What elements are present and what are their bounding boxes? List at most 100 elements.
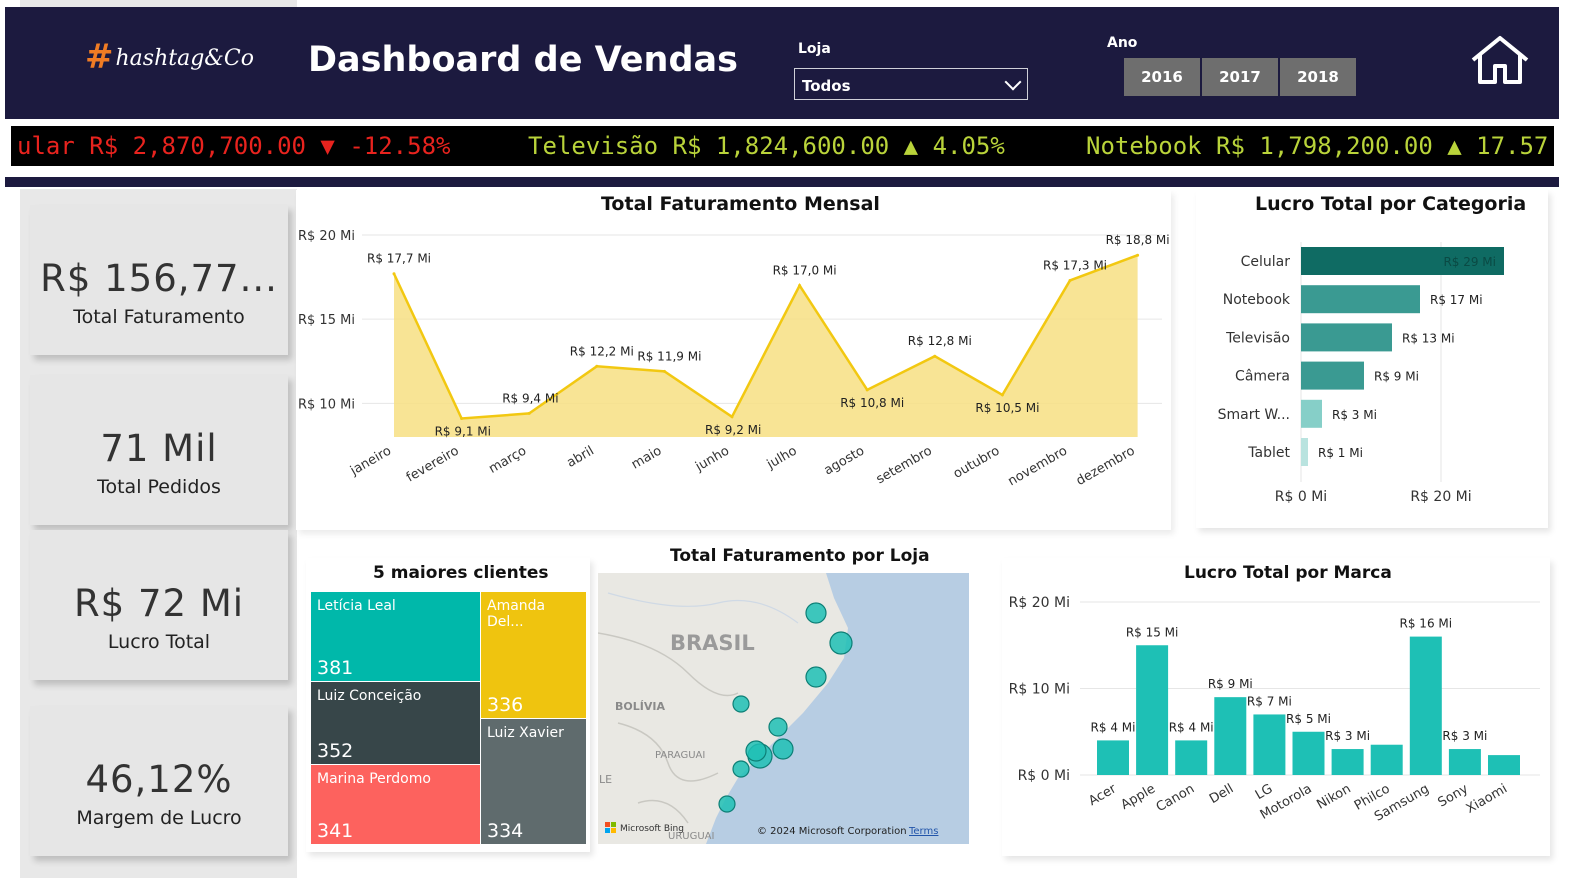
brand-profit-title: Lucro Total por Marca <box>1184 563 1392 583</box>
data-label: R$ 3 Mi <box>1325 729 1370 743</box>
data-label: R$ 17 Mi <box>1430 293 1483 307</box>
x-tick-label: março <box>486 443 529 476</box>
bar <box>1448 749 1481 775</box>
data-label: R$ 29 Mi <box>1443 255 1496 269</box>
bar <box>1292 731 1325 775</box>
y-tick-label: Notebook <box>1223 292 1291 308</box>
brand-profit-chart: R$ 20 Mi R$ 10 Mi R$ 0 Mi R$ 4 Mi Acer R$ 15 … <box>1009 595 1540 825</box>
x-tick-label: R$ 20 Mi <box>1410 489 1471 505</box>
kpi-value: 46,12% <box>85 758 233 801</box>
data-point <box>595 364 599 368</box>
treemap-tile[interactable]: Amanda Del... 336 <box>481 592 586 718</box>
kpi-label: Lucro Total <box>107 631 211 653</box>
page-title: Dashboard de Vendas <box>308 40 738 80</box>
y-tick-label: Tablet <box>1247 445 1290 461</box>
data-label: R$ 9,2 Mi <box>705 423 761 437</box>
monthly-revenue-chart: R$ 20 Mi R$ 15 Mi R$ 10 Mi R$ 17,7 Mi R$ 9,1… <box>298 229 1170 489</box>
kpi-label: Margem de Lucro <box>76 807 242 829</box>
x-tick-label: outubro <box>951 443 1003 481</box>
header-divider <box>5 177 1559 187</box>
treemap-tile-value: 352 <box>317 740 354 762</box>
data-label: R$ 17,0 Mi <box>773 264 837 278</box>
y-tick-label: Câmera <box>1235 369 1290 385</box>
x-tick-label: dezembro <box>1074 443 1138 489</box>
store-map-title: Total Faturamento por Loja <box>670 546 930 566</box>
year-button-2018[interactable]: 2018 <box>1280 58 1356 96</box>
data-label: R$ 9,1 Mi <box>435 424 491 438</box>
treemap-tile[interactable]: Luiz Conceição 352 <box>311 682 480 764</box>
category-profit-chart: R$ 0 Mi R$ 20 Mi Celular R$ 29 Mi Notebook R$… <box>1218 242 1504 505</box>
data-label: R$ 4 Mi <box>1091 720 1136 734</box>
bar <box>1409 636 1442 775</box>
year-button-2017[interactable]: 2017 <box>1202 58 1278 96</box>
treemap-tile-name: Luiz Xavier <box>487 725 564 741</box>
bar <box>1214 697 1247 775</box>
data-label: R$ 3 Mi <box>1442 729 1487 743</box>
x-tick-label: Acer <box>1086 781 1119 809</box>
data-point <box>865 388 869 392</box>
bar <box>1301 399 1322 428</box>
y-tick-label: R$ 10 Mi <box>298 397 355 412</box>
x-tick-label: abril <box>564 443 596 470</box>
x-tick-label: setembro <box>874 443 935 487</box>
data-label: R$ 9,4 Mi <box>502 391 558 405</box>
treemap-tile-value: 334 <box>487 820 524 842</box>
loja-dropdown[interactable]: Todos <box>794 68 1028 100</box>
ticker-item: Notebook R$ 1,798,200.00 ▲ 17.57 <box>1086 132 1549 160</box>
y-tick-label: Celular <box>1241 254 1291 270</box>
home-icon[interactable] <box>1470 34 1530 86</box>
y-tick-label: R$ 20 Mi <box>1009 595 1070 611</box>
x-tick-label: maio <box>629 443 664 472</box>
logo-text: hashtag&Co <box>115 46 254 71</box>
data-label: R$ 4 Mi <box>1169 720 1214 734</box>
logo: #hashtag&Co <box>85 37 254 77</box>
x-tick-label: fevereiro <box>404 443 462 485</box>
store-revenue-map[interactable]: BRASIL BOLÍVIA PARAGUAI URUGUAI LE Micro… <box>598 573 969 844</box>
logo-hash: # <box>85 37 114 77</box>
x-tick-label: Apple <box>1119 781 1159 812</box>
bar <box>1301 438 1308 466</box>
bar <box>1301 323 1392 352</box>
data-label: R$ 12,8 Mi <box>908 334 972 348</box>
data-point <box>933 354 937 358</box>
bar <box>1175 740 1208 775</box>
treemap-tile[interactable]: Letícia Leal 381 <box>311 592 480 681</box>
data-label: R$ 18,8 Mi <box>1106 233 1170 247</box>
y-tick-label: R$ 0 Mi <box>1018 768 1070 784</box>
treemap-tile[interactable]: Marina Perdomo 341 <box>311 765 480 844</box>
store-bubble <box>768 717 788 737</box>
loja-label: Loja <box>798 41 831 57</box>
data-label: R$ 17,3 Mi <box>1043 258 1107 272</box>
y-tick-label: R$ 15 Mi <box>298 313 355 328</box>
data-label: R$ 13 Mi <box>1402 331 1455 345</box>
treemap-tile-value: 336 <box>487 694 524 716</box>
year-button-2016[interactable]: 2016 <box>1124 58 1200 96</box>
bar <box>1097 740 1129 775</box>
x-tick-label: R$ 0 Mi <box>1275 489 1327 505</box>
data-label: R$ 10,8 Mi <box>840 396 904 410</box>
data-label: R$ 9 Mi <box>1374 370 1419 384</box>
data-point <box>1068 278 1072 282</box>
bar <box>1253 714 1286 775</box>
y-tick-label: Televisão <box>1225 330 1290 346</box>
treemap-tile-value: 341 <box>317 820 354 842</box>
chevron-down-icon <box>1004 73 1022 91</box>
data-point <box>662 369 666 373</box>
kpi-value: 71 Mil <box>100 427 218 470</box>
data-label: R$ 17,7 Mi <box>367 252 431 266</box>
x-tick-label: agosto <box>822 443 868 478</box>
map-copyright: © 2024 Microsoft Corporation <box>757 826 907 837</box>
data-label: R$ 5 Mi <box>1286 712 1331 726</box>
store-bubble <box>745 740 767 762</box>
bar <box>1301 361 1364 390</box>
x-tick-label: novembro <box>1006 443 1071 489</box>
kpi-label: Total Faturamento <box>73 306 245 328</box>
treemap-tile-name: Amanda Del... <box>487 598 546 630</box>
store-bubble <box>805 666 827 688</box>
treemap-tile[interactable]: Luiz Xavier 334 <box>481 719 586 844</box>
data-label: R$ 7 Mi <box>1247 694 1292 708</box>
map-bolivia-label: BOLÍVIA <box>615 700 665 713</box>
bar <box>1370 744 1403 775</box>
category-profit-title: Lucro Total por Categoria <box>1255 193 1527 215</box>
data-point <box>527 411 531 415</box>
